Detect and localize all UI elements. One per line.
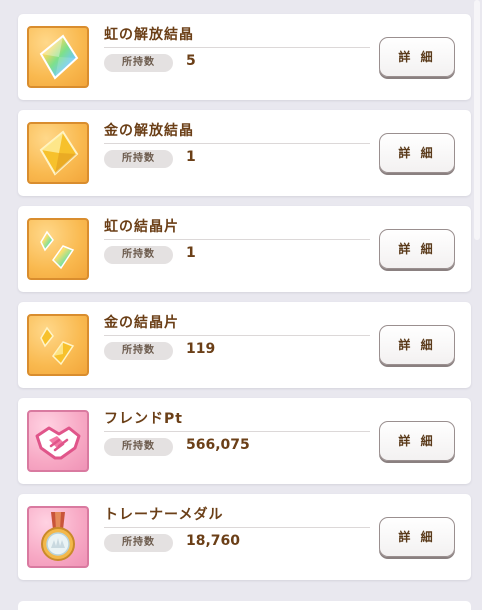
divider: [104, 431, 370, 432]
list-item: トレーナーメダル 所持数 18,760 詳 細: [18, 494, 471, 580]
owned-count-label: 所持数: [104, 534, 173, 552]
owned-count: 1: [186, 245, 196, 261]
list-item-partial: [18, 601, 471, 610]
gold-shard-icon: [27, 314, 89, 376]
owned-count: 18,760: [186, 533, 241, 549]
list-item: フレンドPt 所持数 566,075 詳 細: [18, 398, 471, 484]
divider: [104, 143, 370, 144]
handshake-icon: [27, 410, 89, 472]
detail-button[interactable]: 詳 細: [379, 421, 455, 461]
list-item: 虹の解放結晶 所持数 5 詳 細: [18, 14, 471, 100]
detail-button[interactable]: 詳 細: [379, 325, 455, 365]
gold-crystal-icon: [27, 122, 89, 184]
detail-button[interactable]: 詳 細: [379, 517, 455, 557]
owned-count: 5: [186, 53, 196, 69]
list-item: 金の結晶片 所持数 119 詳 細: [18, 302, 471, 388]
owned-count-label: 所持数: [104, 246, 173, 264]
item-name: 金の解放結晶: [104, 123, 194, 139]
owned-count-label: 所持数: [104, 54, 173, 72]
detail-button[interactable]: 詳 細: [379, 229, 455, 269]
rainbow-crystal-icon: [27, 26, 89, 88]
owned-count: 119: [186, 341, 216, 357]
item-name: 虹の解放結晶: [104, 27, 194, 43]
medal-icon: [27, 506, 89, 568]
rainbow-shard-icon: [27, 218, 89, 280]
scrollbar[interactable]: [474, 0, 480, 240]
owned-count-label: 所持数: [104, 438, 173, 456]
owned-count-label: 所持数: [104, 150, 173, 168]
detail-button[interactable]: 詳 細: [379, 133, 455, 173]
item-name: 金の結晶片: [104, 315, 179, 331]
divider: [104, 47, 370, 48]
divider: [104, 239, 370, 240]
owned-count-label: 所持数: [104, 342, 173, 360]
list-item: 虹の結晶片 所持数 1 詳 細: [18, 206, 471, 292]
owned-count: 566,075: [186, 437, 250, 453]
detail-button[interactable]: 詳 細: [379, 37, 455, 77]
divider: [104, 335, 370, 336]
owned-count: 1: [186, 149, 196, 165]
item-name: 虹の結晶片: [104, 219, 179, 235]
list-item: 金の解放結晶 所持数 1 詳 細: [18, 110, 471, 196]
item-name: トレーナーメダル: [104, 507, 224, 523]
divider: [104, 527, 370, 528]
item-name: フレンドPt: [104, 411, 183, 427]
